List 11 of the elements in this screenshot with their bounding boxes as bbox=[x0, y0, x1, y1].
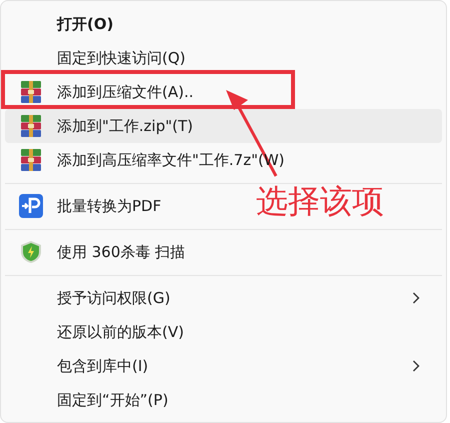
annotation-label: 选择该项 bbox=[256, 184, 384, 220]
menu-item[interactable]: 授予访问权限(G) bbox=[5, 281, 442, 315]
menu-item[interactable]: 固定到快速访问(Q) bbox=[5, 41, 222, 75]
menu-item[interactable]: 添加到"工作.zip"(T) bbox=[5, 109, 442, 143]
menu-item[interactable]: 还原以前的版本(V) bbox=[5, 315, 220, 349]
menu-item[interactable]: 包含到库中(I) bbox=[5, 349, 442, 383]
menu-item[interactable]: 添加到压缩文件(A).. bbox=[5, 75, 230, 109]
menu-item[interactable]: 批量转换为PDF bbox=[5, 189, 198, 223]
menu-item[interactable]: 打开(O) bbox=[5, 7, 150, 41]
menu-item[interactable]: 固定到“开始”(P) bbox=[5, 383, 204, 417]
menu-item[interactable]: 使用 360杀毒 扫描 bbox=[5, 235, 222, 269]
